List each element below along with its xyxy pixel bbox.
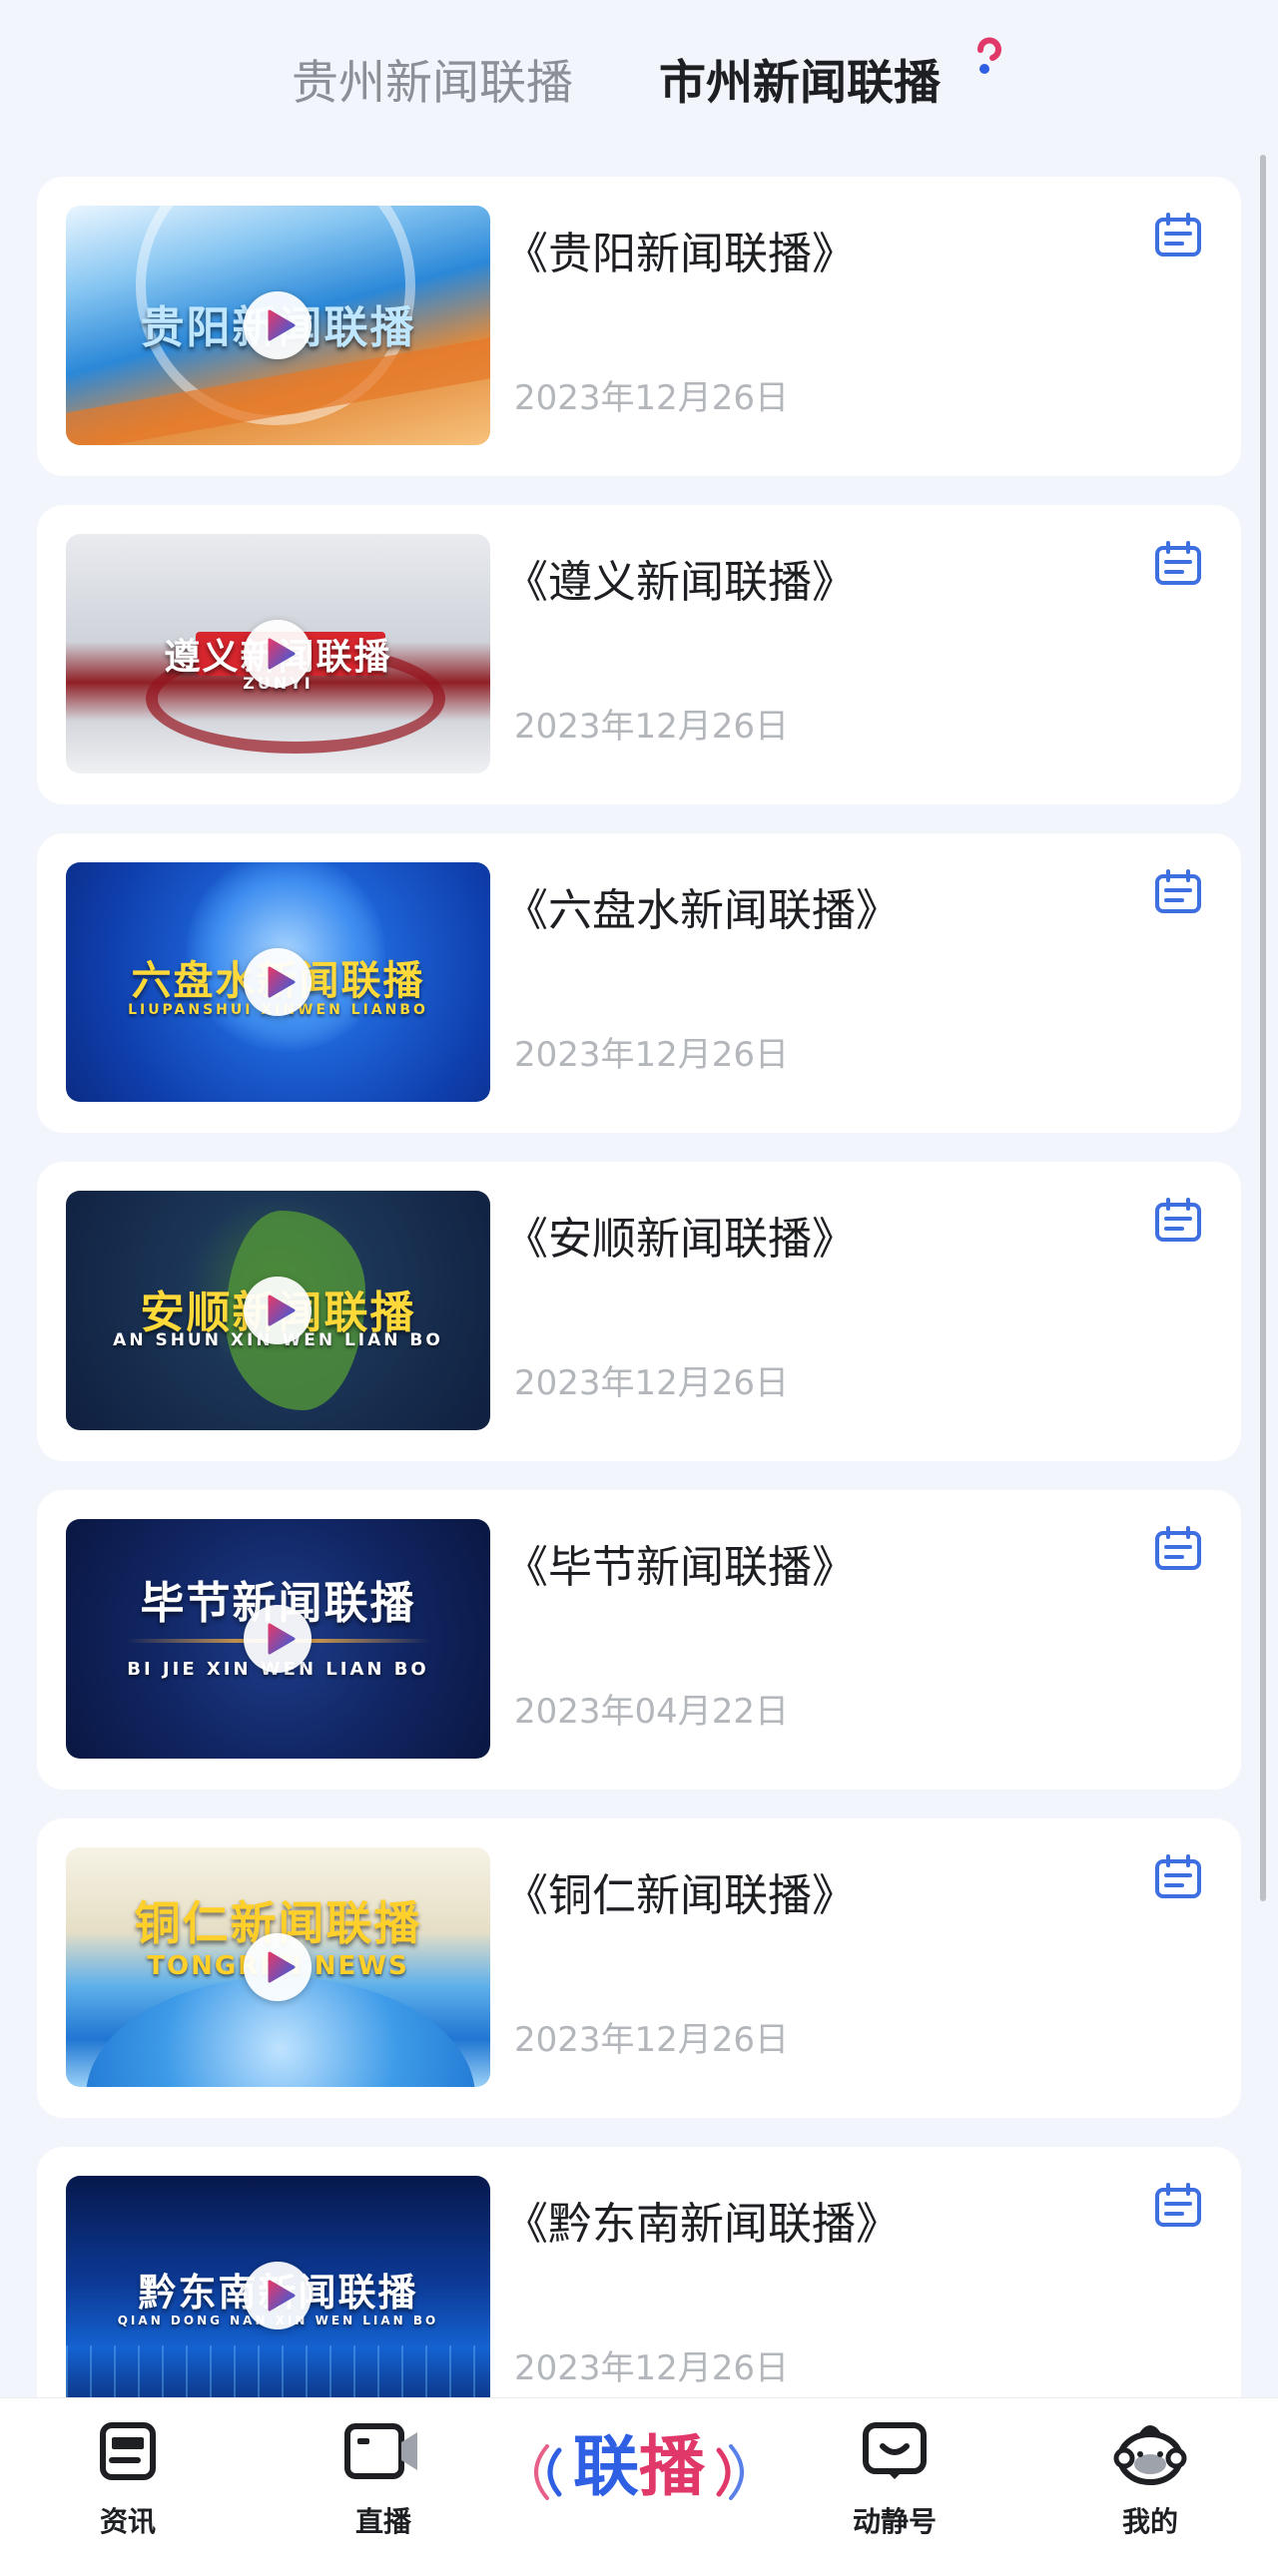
- mine-icon: [1113, 2425, 1187, 2485]
- play-icon: [268, 1294, 296, 1326]
- program-date: 2023年12月26日: [514, 1035, 790, 1075]
- play-button[interactable]: [244, 948, 312, 1016]
- list-item[interactable]: 毕节新闻联播 BI JIE XIN WEN LIAN BO 《毕节新闻联播》 2…: [37, 1490, 1241, 1790]
- nav-lianbo-label: 联播: [564, 2422, 714, 2512]
- nav-dongjing[interactable]: 动静号: [815, 2412, 974, 2542]
- app-screen: 贵州新闻联播 市州新闻联播 贵阳新闻联播 《贵阳新闻联播》 2023年12月26…: [0, 0, 1278, 2576]
- play-button[interactable]: [244, 1605, 312, 1673]
- program-date: 2023年12月26日: [514, 707, 790, 747]
- list-item[interactable]: 遵义新闻联播 ZUNYI 《遵义新闻联播》 2023年12月26日: [37, 505, 1241, 804]
- program-date: 2023年12月26日: [514, 2348, 790, 2388]
- dongjing-icon: [863, 2422, 927, 2479]
- live-icon: [344, 2423, 417, 2479]
- active-tab-indicator-icon: [977, 37, 1001, 74]
- play-button[interactable]: [244, 1277, 312, 1344]
- video-thumbnail[interactable]: 安顺新闻联播 AN SHUN XIN WEN LIAN BO: [66, 1191, 490, 1430]
- schedule-list-icon[interactable]: [1154, 213, 1202, 258]
- wave-right-icon: [716, 2444, 744, 2500]
- schedule-list-icon[interactable]: [1154, 1854, 1202, 1900]
- play-button[interactable]: [244, 2262, 312, 2329]
- video-thumbnail[interactable]: 铜仁新闻联播 TONGREN NEWS: [66, 1847, 490, 2087]
- play-icon: [268, 966, 296, 998]
- nav-lianbo-label-part1: 联: [573, 2428, 639, 2505]
- schedule-list-icon[interactable]: [1154, 1198, 1202, 1244]
- play-button[interactable]: [244, 291, 312, 359]
- play-icon: [268, 309, 296, 341]
- schedule-list-icon[interactable]: [1154, 541, 1202, 587]
- nav-lianbo-label-part2: 播: [639, 2428, 705, 2505]
- play-icon: [268, 1623, 296, 1655]
- schedule-list-icon[interactable]: [1154, 1526, 1202, 1572]
- video-thumbnail[interactable]: 遵义新闻联播 ZUNYI: [66, 534, 490, 773]
- program-title: 《黔东南新闻联播》: [504, 2199, 900, 2250]
- program-date: 2023年12月26日: [514, 2020, 790, 2060]
- nav-live-label: 直播: [354, 2505, 411, 2538]
- nav-lianbo[interactable]: 联播: [529, 2422, 749, 2522]
- play-button[interactable]: [244, 1933, 312, 2001]
- top-tab-bar: 贵州新闻联播 市州新闻联播: [0, 0, 1278, 150]
- nav-mine-label: 我的: [1121, 2505, 1178, 2538]
- bottom-navigation: 资讯 直播 联播 动静号 我的: [0, 2397, 1278, 2576]
- play-button[interactable]: [244, 620, 312, 688]
- list-item[interactable]: 安顺新闻联播 AN SHUN XIN WEN LIAN BO 《安顺新闻联播》 …: [37, 1162, 1241, 1461]
- news-program-list: 贵阳新闻联播 《贵阳新闻联播》 2023年12月26日 遵义新闻联播 Z: [37, 177, 1241, 2475]
- news-icon: [100, 2422, 156, 2480]
- nav-news[interactable]: 资讯: [48, 2412, 208, 2542]
- list-item[interactable]: 六盘水新闻联播 LIUPANSHUI XINWEN LIANBO 《六盘水新闻联…: [37, 833, 1241, 1133]
- schedule-list-icon[interactable]: [1154, 2183, 1202, 2229]
- program-title: 《安顺新闻联播》: [504, 1214, 856, 1265]
- video-thumbnail[interactable]: 黔东南新闻联播 QIAN DONG NAN XIN WEN LIAN BO: [66, 2176, 490, 2415]
- program-date: 2023年12月26日: [514, 378, 790, 418]
- play-icon: [268, 1951, 296, 1983]
- nav-dongjing-label: 动静号: [852, 2505, 937, 2538]
- schedule-list-icon[interactable]: [1154, 869, 1202, 915]
- tab-city-news[interactable]: 市州新闻联播: [659, 52, 941, 116]
- wave-left-icon: [534, 2444, 562, 2500]
- list-item[interactable]: 铜仁新闻联播 TONGREN NEWS 《铜仁新闻联播》 2023年12月26日: [37, 1818, 1241, 2118]
- play-icon: [268, 638, 296, 670]
- video-thumbnail[interactable]: 贵阳新闻联播: [66, 206, 490, 445]
- program-title: 《遵义新闻联播》: [504, 557, 856, 608]
- video-thumbnail[interactable]: 毕节新闻联播 BI JIE XIN WEN LIAN BO: [66, 1519, 490, 1759]
- nav-mine[interactable]: 我的: [1070, 2412, 1230, 2542]
- video-thumbnail[interactable]: 六盘水新闻联播 LIUPANSHUI XINWEN LIANBO: [66, 862, 490, 1102]
- nav-news-label: 资讯: [99, 2505, 156, 2538]
- play-icon: [268, 2280, 296, 2312]
- scrollbar[interactable]: [1260, 155, 1266, 1901]
- program-date: 2023年04月22日: [514, 1692, 790, 1732]
- program-title: 《毕节新闻联播》: [504, 1542, 856, 1593]
- program-title: 《贵阳新闻联播》: [504, 229, 856, 279]
- program-date: 2023年12月26日: [514, 1363, 790, 1403]
- list-item[interactable]: 贵阳新闻联播 《贵阳新闻联播》 2023年12月26日: [37, 177, 1241, 476]
- tab-guizhou-news[interactable]: 贵州新闻联播: [292, 52, 573, 116]
- program-title: 《六盘水新闻联播》: [504, 885, 900, 936]
- program-title: 《铜仁新闻联播》: [504, 1870, 856, 1921]
- nav-live[interactable]: 直播: [304, 2412, 463, 2542]
